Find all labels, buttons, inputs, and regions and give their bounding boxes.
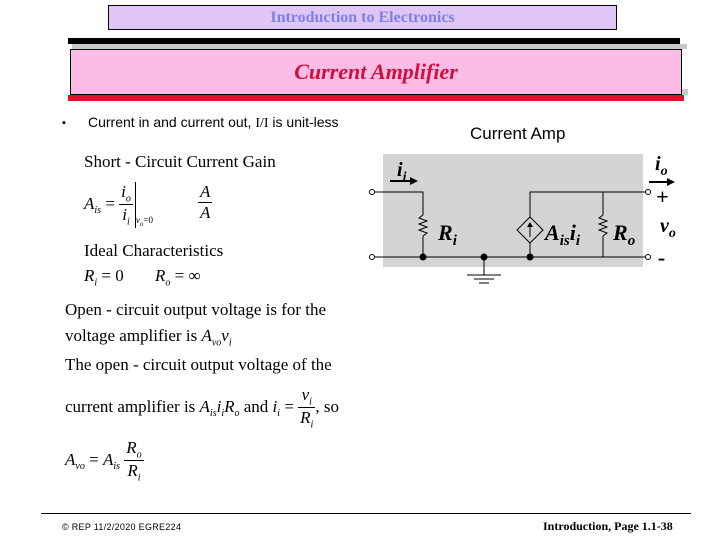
output-terminal-top (645, 189, 651, 195)
label-io: io (655, 153, 668, 179)
input-terminal-bottom (369, 254, 375, 260)
label-plus: + (656, 184, 669, 209)
output-terminal-bottom (645, 254, 651, 260)
label-minus: - (658, 245, 665, 270)
amplifier-box (383, 154, 643, 267)
label-vo: vo (660, 215, 676, 241)
node-ri (419, 253, 427, 261)
current-amp-circuit: ii io Ri Ro Aisii vo + - (369, 153, 676, 284)
node-source (526, 253, 534, 261)
footer-page-number: Introduction, Page 1.1-38 (543, 519, 673, 533)
footer-divider (41, 513, 691, 514)
footer-copyright: © REP 11/2/2020 EGRE224 (62, 522, 182, 532)
input-terminal-top (369, 189, 375, 195)
